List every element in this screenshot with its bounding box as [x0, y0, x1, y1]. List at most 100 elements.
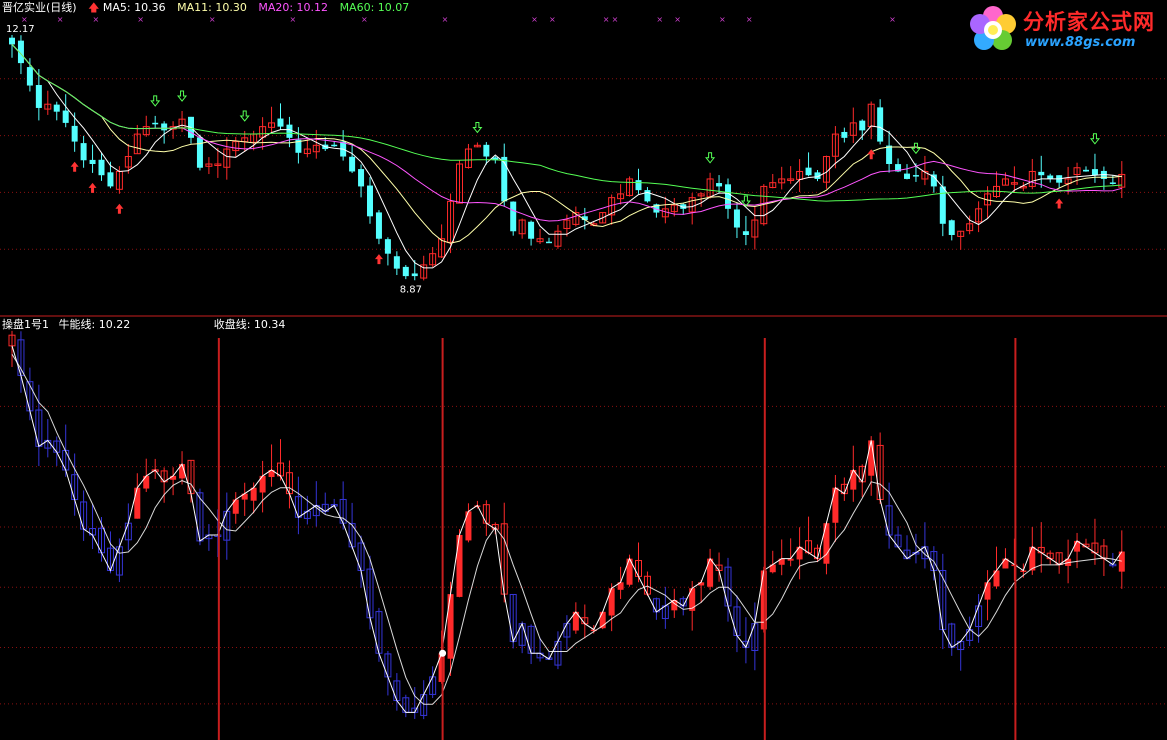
cross-marker-icon: ×	[674, 15, 681, 24]
candle-body	[402, 266, 409, 277]
site-logo: 分析家公式网 www.88gs.com	[965, 2, 1163, 56]
candle-body	[912, 175, 919, 177]
indicator-pane[interactable]	[8, 330, 1125, 740]
candle-body	[635, 180, 642, 191]
high-price-label: 12.17	[6, 24, 35, 35]
low-price-label: 8.87	[400, 284, 422, 295]
candle-body	[349, 156, 356, 172]
bull-line-value: 牛能线: 10.22	[58, 318, 131, 331]
candle-body	[411, 273, 418, 277]
candle-body	[107, 172, 114, 187]
candle-body	[62, 110, 69, 123]
cross-marker-icon: ×	[209, 15, 216, 24]
stock-name: 晋亿实业(日线)	[2, 1, 77, 14]
grid-lines	[0, 78, 1167, 705]
candle-body	[393, 256, 400, 269]
cross-marker-icon: ×	[549, 15, 556, 24]
candle-body	[80, 143, 87, 161]
indicator-body	[447, 594, 454, 659]
cross-marker-icon: ×	[531, 15, 538, 24]
candle-body	[286, 124, 293, 138]
candle-body	[35, 85, 42, 108]
indicator-body	[868, 440, 875, 476]
cross-marker-icon: ×	[746, 15, 753, 24]
candle-body	[546, 241, 552, 244]
candle-body	[358, 169, 365, 187]
candle-body	[904, 173, 910, 179]
cross-marker-icon: ×	[889, 15, 896, 24]
candle-body	[384, 239, 391, 254]
candle-body	[939, 186, 946, 224]
indicator-legend: 操盘1号1 牛能线: 10.22 收盘线: 10.34	[2, 318, 285, 332]
signal-dot	[439, 649, 447, 657]
candle-body	[528, 221, 535, 239]
candle-body	[1091, 169, 1098, 176]
close-line-value: 收盘线: 10.34	[213, 318, 286, 331]
candle-body	[161, 123, 168, 131]
price-legend: 晋亿实业(日线) 🡅 MA5: 10.36 MA11: 10.30 MA20: …	[2, 1, 417, 15]
candle-body	[331, 144, 338, 147]
cross-marker-icon: ×	[442, 15, 449, 24]
indicator-body	[134, 487, 141, 519]
cross-marker-icon: ×	[656, 15, 663, 24]
ma20-value: MA20: 10.12	[258, 1, 329, 14]
flower-logo-icon	[970, 6, 1016, 50]
ma-up-arrow-icon: 🡅	[88, 1, 100, 14]
cross-marker-icon: ×	[361, 15, 368, 24]
cross-marker-icon: ×	[93, 15, 100, 24]
indicator-body	[823, 523, 830, 564]
candle-body	[742, 231, 749, 235]
candle-body	[1109, 182, 1116, 184]
cross-marker-icon: ×	[57, 15, 64, 24]
sell-down-arrow-icon	[177, 90, 188, 102]
candle-body	[53, 104, 60, 112]
candle-body	[71, 125, 78, 142]
ma60-value: MA60: 10.07	[339, 1, 410, 14]
ma11-line	[11, 44, 1122, 244]
cross-marker-icon: ×	[289, 15, 296, 24]
candle-body	[98, 159, 105, 176]
indicator-name: 操盘1号1	[2, 318, 49, 331]
cross-marker-icon: ×	[137, 15, 144, 24]
candle-body	[367, 185, 373, 217]
buy-up-arrow-icon	[374, 254, 383, 265]
cross-marker-icon: ×	[612, 15, 619, 24]
candle-body	[725, 184, 731, 209]
ma60-line	[11, 44, 1122, 202]
candle-body	[1038, 171, 1045, 176]
cross-marker-icon: ×	[603, 15, 610, 24]
candle-body	[948, 220, 955, 235]
indicator-body	[984, 582, 991, 600]
candle-body	[644, 190, 651, 202]
candle-body	[277, 118, 284, 127]
candle-body	[375, 212, 382, 239]
ma20-line	[11, 44, 1122, 222]
candle-body	[859, 120, 866, 131]
buy-up-arrow-icon	[70, 161, 79, 172]
indicator-body	[143, 475, 150, 489]
candle-body	[886, 145, 893, 164]
candle-body	[89, 159, 96, 164]
price-candlestick-pane[interactable]: 12.178.87× × × × × × × × × × × × × × × × ×	[6, 15, 1126, 295]
candle-body	[152, 122, 159, 125]
candle-body	[877, 107, 884, 142]
candle-body	[841, 131, 848, 138]
sell-down-arrow-icon	[472, 121, 483, 134]
candle-body	[483, 144, 490, 157]
candle-body	[805, 167, 812, 176]
sell-down-arrow-icon	[150, 95, 161, 107]
candle-body	[9, 37, 15, 45]
candle-body	[196, 137, 203, 168]
candle-body	[1083, 169, 1089, 172]
candle-body	[510, 201, 517, 232]
indicator-body	[456, 535, 463, 597]
candle-body	[26, 67, 33, 86]
sell-down-arrow-icon	[705, 152, 716, 164]
logo-title: 分析家公式网	[1023, 10, 1155, 34]
sell-down-arrow-icon	[239, 110, 250, 122]
candle-body	[716, 183, 723, 187]
chart-stage: 12.178.87× × × × × × × × × × × × × × × × ×	[0, 15, 1167, 740]
sell-down-arrow-icon	[910, 142, 921, 155]
bull-line	[11, 353, 1122, 705]
ma5-value: MA5: 10.36	[102, 1, 166, 14]
